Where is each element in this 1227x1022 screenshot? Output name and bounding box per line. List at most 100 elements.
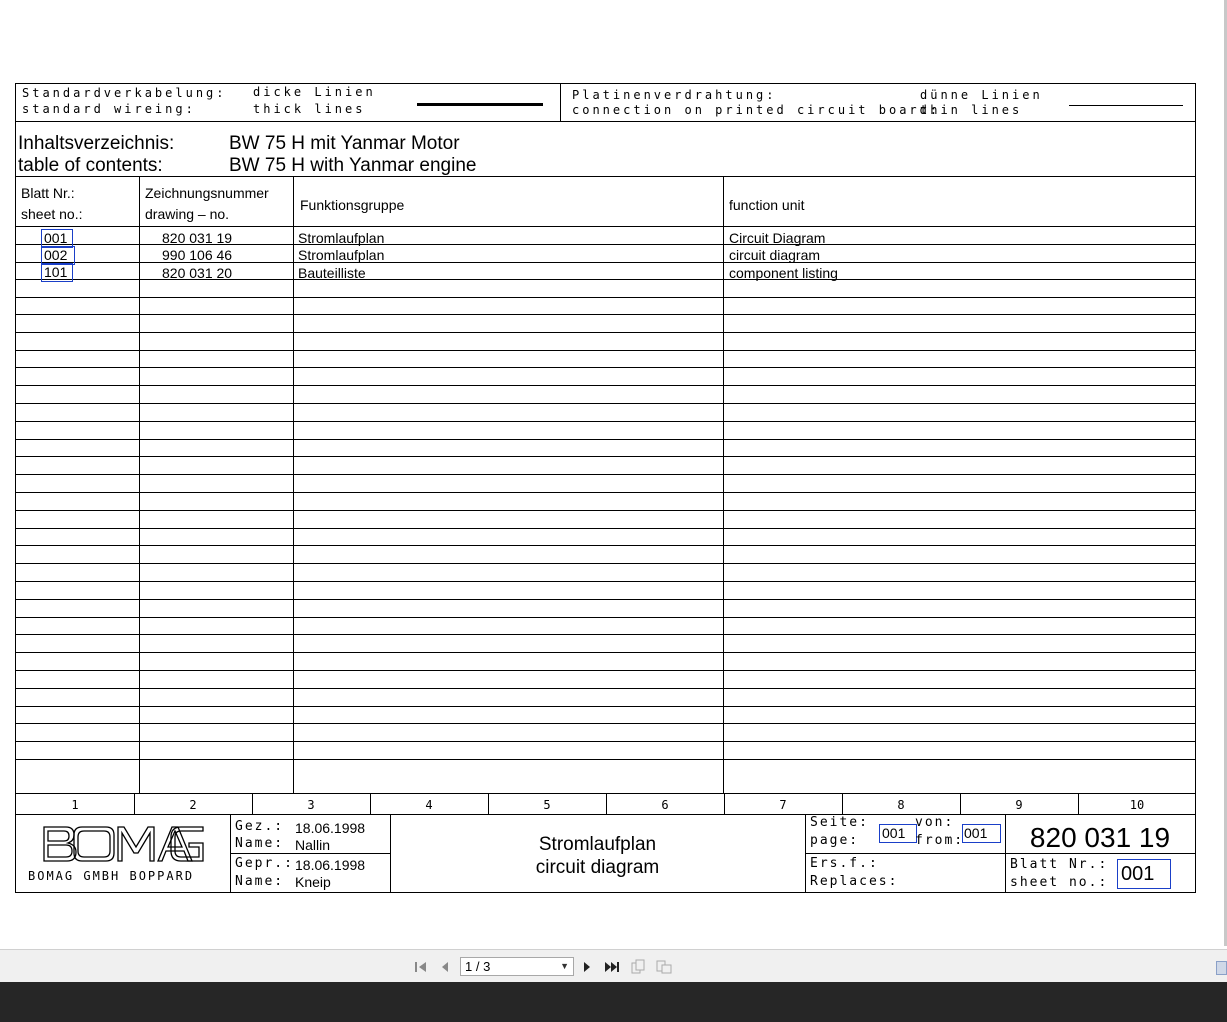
toc-title-en: BW 75 H with Yanmar engine [229, 155, 477, 176]
column-divider [724, 793, 725, 814]
name-label-2: Name: [235, 874, 285, 889]
next-page-icon[interactable] [578, 958, 596, 976]
table-row-line [16, 545, 1195, 546]
side-panel-toggle-icon[interactable] [1216, 961, 1227, 975]
legend-thick-en: thick lines [253, 102, 366, 116]
from-number-box[interactable]: 001 [962, 824, 1001, 843]
cell-unit: component listing [729, 265, 838, 281]
table-row-line [16, 385, 1195, 386]
table-row-line [16, 314, 1195, 315]
table-row-line [16, 759, 1195, 760]
dropdown-caret-icon: ▼ [560, 961, 569, 971]
table-row-line [16, 652, 1195, 653]
column-number: 8 [897, 798, 905, 812]
name-label-1: Name: [235, 836, 285, 851]
name-checked: Kneip [295, 874, 331, 890]
bomag-logo [42, 825, 207, 868]
replaces-label: Replaces: [810, 874, 899, 889]
ersf-label: Ers.f.: [810, 856, 879, 871]
legend-standard-en: standard wireing: [22, 102, 196, 116]
column-number: 1 [71, 798, 79, 812]
header-function-unit: function unit [729, 197, 805, 213]
copy-icon[interactable] [629, 958, 647, 976]
from-label: from: [915, 833, 965, 848]
column-divider [606, 793, 607, 814]
cell-drawing: 820 031 19 [162, 230, 233, 246]
cell-unit: Circuit Diagram [729, 230, 826, 246]
previous-page-icon[interactable] [436, 958, 454, 976]
header-drawing-en: drawing – no. [145, 206, 230, 222]
page-indicator: 1 / 3 [465, 959, 491, 974]
header-function-group: Funktionsgruppe [300, 197, 405, 213]
drawing-number: 820 031 19 [1029, 822, 1171, 853]
drawing-title-en: circuit diagram [535, 857, 660, 878]
sheet-label: sheet no.: [1010, 875, 1109, 890]
column-divider [134, 793, 135, 814]
table-row-line [16, 403, 1195, 404]
gez-label: Gez.: [235, 819, 285, 834]
thick-line-sample [417, 103, 543, 106]
toc-title-de: BW 75 H mit Yanmar Motor [229, 133, 460, 154]
page-select[interactable]: 1 / 3 ▼ [460, 957, 574, 976]
table-row-line [16, 688, 1195, 689]
viewer-toolbar: 1 / 3 ▼ [0, 949, 1227, 983]
table-row: 101 [41, 263, 74, 282]
table-row-line [16, 528, 1195, 529]
toc-label-de: Inhaltsverzeichnis: [18, 133, 175, 154]
header-sheet-de: Blatt Nr.: [21, 185, 75, 201]
legend-pcb-en: connection on printed circuit board: [572, 103, 941, 117]
cell-sheet: 001 [44, 230, 68, 246]
gepr-label: Gepr.: [235, 856, 294, 871]
legend-thick-de: dicke Linien [253, 85, 376, 99]
table-row-line [16, 599, 1195, 600]
gepr-date: 18.06.1998 [295, 857, 366, 873]
table-row-line [16, 492, 1195, 493]
name-drawn: Nallin [295, 837, 331, 853]
legend-standard-de: Standardverkabelung: [22, 86, 227, 100]
column-number: 4 [425, 798, 433, 812]
column-divider [1078, 793, 1079, 814]
column-number: 3 [307, 798, 315, 812]
legend-thin-en: thin lines [920, 103, 1023, 117]
seite-label: Seite: [810, 815, 869, 830]
legend-pcb-de: Platinenverdrahtung: [572, 88, 777, 102]
table-row-line [16, 741, 1195, 742]
table-row-line [16, 332, 1195, 333]
first-page-icon[interactable] [412, 958, 430, 976]
table-row-line [16, 367, 1195, 368]
cell-drawing: 990 106 46 [162, 247, 233, 263]
column-number: 2 [189, 798, 197, 812]
blatt-label: Blatt Nr.: [1010, 857, 1109, 872]
table-row-line [16, 474, 1195, 475]
table-row-line [16, 226, 1195, 227]
table-row-line [16, 723, 1195, 724]
column-number: 9 [1015, 798, 1023, 812]
column-divider [960, 793, 961, 814]
column-divider [842, 793, 843, 814]
table-row-line [16, 297, 1195, 298]
table-row-line [16, 421, 1195, 422]
document-viewport: Standardverkabelung: standard wireing: d… [0, 0, 1227, 946]
table-row-line [16, 350, 1195, 351]
sheet-number-box[interactable]: 001 [1117, 859, 1171, 889]
header-drawing-de: Zeichnungsnummer [145, 185, 269, 201]
table-row-line [16, 439, 1195, 440]
page-label: page: [810, 833, 860, 848]
company-name: BOMAG GMBH BOPPARD [28, 869, 195, 883]
cell-unit: circuit diagram [729, 247, 821, 263]
column-divider [488, 793, 489, 814]
column-number: 10 [1129, 798, 1145, 812]
column-divider [370, 793, 371, 814]
table-row-line [16, 510, 1195, 511]
table-row-line [16, 581, 1195, 582]
table-row-line [16, 617, 1195, 618]
page-number-box[interactable]: 001 [879, 824, 917, 843]
column-number: 5 [543, 798, 551, 812]
table-row-line [16, 563, 1195, 564]
thin-line-sample [1069, 105, 1183, 106]
last-page-icon[interactable] [603, 958, 621, 976]
cell-group: Bauteilliste [298, 265, 366, 281]
toc-label-en: table of contents: [18, 155, 163, 176]
pages-icon[interactable] [655, 958, 673, 976]
cell-drawing: 820 031 20 [162, 265, 233, 281]
